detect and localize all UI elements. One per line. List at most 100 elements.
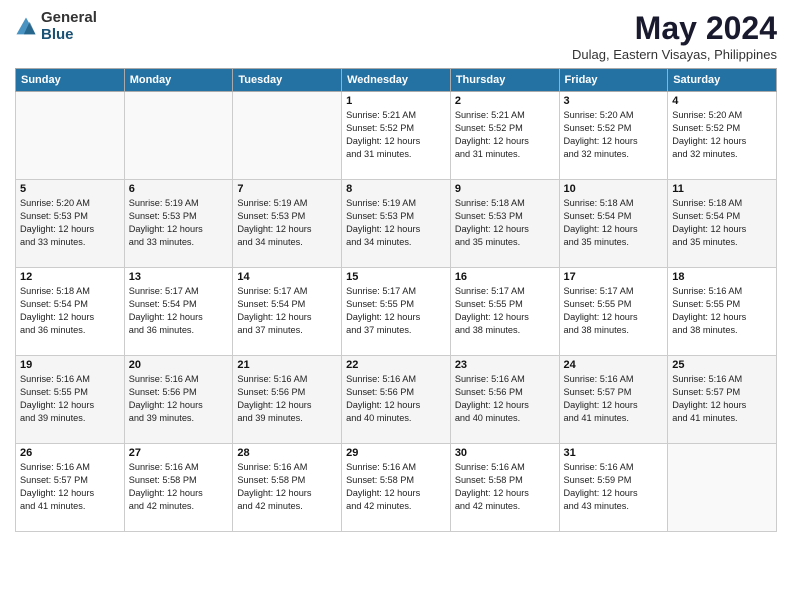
day-info: Sunrise: 5:18 AMSunset: 5:54 PMDaylight:… [672,197,772,249]
day-info: Sunrise: 5:17 AMSunset: 5:54 PMDaylight:… [129,285,229,337]
day-number: 5 [20,183,120,195]
day-info: Sunrise: 5:20 AMSunset: 5:53 PMDaylight:… [20,197,120,249]
calendar-cell: 4 Sunrise: 5:20 AMSunset: 5:52 PMDaylight… [668,92,777,180]
day-info: Sunrise: 5:19 AMSunset: 5:53 PMDaylight:… [129,197,229,249]
calendar-cell [124,92,233,180]
calendar-cell: 8 Sunrise: 5:19 AMSunset: 5:53 PMDaylight… [342,180,451,268]
day-info: Sunrise: 5:16 AMSunset: 5:57 PMDaylight:… [672,373,772,425]
day-number: 23 [455,359,555,371]
day-info: Sunrise: 5:16 AMSunset: 5:56 PMDaylight:… [237,373,337,425]
day-info: Sunrise: 5:16 AMSunset: 5:58 PMDaylight:… [237,461,337,513]
day-info: Sunrise: 5:16 AMSunset: 5:57 PMDaylight:… [564,373,664,425]
title-block: May 2024 Dulag, Eastern Visayas, Philipp… [572,10,777,62]
calendar-cell: 9Sunrise: 5:18 AMSunset: 5:53 PMDaylight… [450,180,559,268]
calendar-cell: 5 Sunrise: 5:20 AMSunset: 5:53 PMDaylight… [16,180,125,268]
day-info: Sunrise: 5:16 AMSunset: 5:55 PMDaylight:… [20,373,120,425]
calendar-week-row: 26Sunrise: 5:16 AMSunset: 5:57 PMDayligh… [16,444,777,532]
day-number: 2 [455,95,555,107]
day-info: Sunrise: 5:16 AMSunset: 5:58 PMDaylight:… [455,461,555,513]
day-number: 28 [237,447,337,459]
day-number: 10 [564,183,664,195]
calendar-week-row: 1 Sunrise: 5:21 AMSunset: 5:52 PMDaylight… [16,92,777,180]
calendar-cell: 31Sunrise: 5:16 AMSunset: 5:59 PMDayligh… [559,444,668,532]
logo-general: General [41,10,97,27]
day-info: Sunrise: 5:21 AMSunset: 5:52 PMDaylight:… [346,109,446,161]
day-info: Sunrise: 5:16 AMSunset: 5:58 PMDaylight:… [346,461,446,513]
calendar-cell: 24 Sunrise: 5:16 AMSunset: 5:57 PMDayligh… [559,356,668,444]
calendar-header-saturday: Saturday [668,69,777,92]
calendar-cell: 20Sunrise: 5:16 AMSunset: 5:56 PMDayligh… [124,356,233,444]
day-number: 7 [237,183,337,195]
day-info: Sunrise: 5:16 AMSunset: 5:56 PMDaylight:… [346,373,446,425]
calendar-header-row: SundayMondayTuesdayWednesdayThursdayFrid… [16,69,777,92]
calendar-header-monday: Monday [124,69,233,92]
calendar-header-tuesday: Tuesday [233,69,342,92]
calendar-cell: 2Sunrise: 5:21 AMSunset: 5:52 PMDaylight… [450,92,559,180]
calendar-cell: 23 Sunrise: 5:16 AMSunset: 5:56 PMDayligh… [450,356,559,444]
day-info: Sunrise: 5:16 AMSunset: 5:58 PMDaylight:… [129,461,229,513]
calendar-header-wednesday: Wednesday [342,69,451,92]
day-info: Sunrise: 5:17 AMSunset: 5:55 PMDaylight:… [346,285,446,337]
day-info: Sunrise: 5:19 AMSunset: 5:53 PMDaylight:… [237,197,337,249]
calendar-header-thursday: Thursday [450,69,559,92]
day-info: Sunrise: 5:16 AMSunset: 5:55 PMDaylight:… [672,285,772,337]
location-subtitle: Dulag, Eastern Visayas, Philippines [572,47,777,62]
day-number: 14 [237,271,337,283]
calendar-cell: 3Sunrise: 5:20 AMSunset: 5:52 PMDaylight… [559,92,668,180]
day-info: Sunrise: 5:19 AMSunset: 5:53 PMDaylight:… [346,197,446,249]
day-number: 13 [129,271,229,283]
calendar-cell: 17Sunrise: 5:17 AMSunset: 5:55 PMDayligh… [559,268,668,356]
day-info: Sunrise: 5:17 AMSunset: 5:55 PMDaylight:… [564,285,664,337]
calendar-table: SundayMondayTuesdayWednesdayThursdayFrid… [15,68,777,532]
calendar-header-friday: Friday [559,69,668,92]
day-number: 6 [129,183,229,195]
calendar-cell [668,444,777,532]
calendar-cell: 16 Sunrise: 5:17 AMSunset: 5:55 PMDayligh… [450,268,559,356]
day-number: 24 [564,359,664,371]
calendar-week-row: 12Sunrise: 5:18 AMSunset: 5:54 PMDayligh… [16,268,777,356]
calendar-cell: 25 Sunrise: 5:16 AMSunset: 5:57 PMDayligh… [668,356,777,444]
calendar-header-sunday: Sunday [16,69,125,92]
calendar-cell: 26Sunrise: 5:16 AMSunset: 5:57 PMDayligh… [16,444,125,532]
day-info: Sunrise: 5:18 AMSunset: 5:53 PMDaylight:… [455,197,555,249]
day-number: 1 [346,95,446,107]
day-info: Sunrise: 5:16 AMSunset: 5:56 PMDaylight:… [455,373,555,425]
calendar-cell [233,92,342,180]
calendar-cell: 11 Sunrise: 5:18 AMSunset: 5:54 PMDayligh… [668,180,777,268]
calendar-cell: 14 Sunrise: 5:17 AMSunset: 5:54 PMDayligh… [233,268,342,356]
day-number: 30 [455,447,555,459]
calendar-cell: 1 Sunrise: 5:21 AMSunset: 5:52 PMDaylight… [342,92,451,180]
calendar-cell: 22 Sunrise: 5:16 AMSunset: 5:56 PMDayligh… [342,356,451,444]
calendar-cell: 13 Sunrise: 5:17 AMSunset: 5:54 PMDayligh… [124,268,233,356]
day-number: 4 [672,95,772,107]
day-info: Sunrise: 5:16 AMSunset: 5:57 PMDaylight:… [20,461,120,513]
day-info: Sunrise: 5:20 AMSunset: 5:52 PMDaylight:… [672,109,772,161]
day-number: 25 [672,359,772,371]
calendar-cell: 29 Sunrise: 5:16 AMSunset: 5:58 PMDayligh… [342,444,451,532]
day-info: Sunrise: 5:17 AMSunset: 5:54 PMDaylight:… [237,285,337,337]
day-number: 8 [346,183,446,195]
page-header: General Blue May 2024 Dulag, Eastern Vis… [15,10,777,62]
day-number: 22 [346,359,446,371]
day-number: 16 [455,271,555,283]
calendar-cell: 10Sunrise: 5:18 AMSunset: 5:54 PMDayligh… [559,180,668,268]
day-number: 18 [672,271,772,283]
calendar-cell: 21 Sunrise: 5:16 AMSunset: 5:56 PMDayligh… [233,356,342,444]
calendar-cell: 6 Sunrise: 5:19 AMSunset: 5:53 PMDaylight… [124,180,233,268]
day-number: 12 [20,271,120,283]
day-number: 11 [672,183,772,195]
logo-icon [15,16,37,38]
day-number: 21 [237,359,337,371]
calendar-cell: 30 Sunrise: 5:16 AMSunset: 5:58 PMDayligh… [450,444,559,532]
calendar-cell: 15 Sunrise: 5:17 AMSunset: 5:55 PMDayligh… [342,268,451,356]
day-number: 15 [346,271,446,283]
day-number: 31 [564,447,664,459]
day-number: 29 [346,447,446,459]
calendar-week-row: 5 Sunrise: 5:20 AMSunset: 5:53 PMDaylight… [16,180,777,268]
day-number: 19 [20,359,120,371]
logo: General Blue [15,10,97,43]
logo-blue: Blue [41,27,97,44]
day-number: 3 [564,95,664,107]
calendar-cell: 27Sunrise: 5:16 AMSunset: 5:58 PMDayligh… [124,444,233,532]
day-info: Sunrise: 5:17 AMSunset: 5:55 PMDaylight:… [455,285,555,337]
